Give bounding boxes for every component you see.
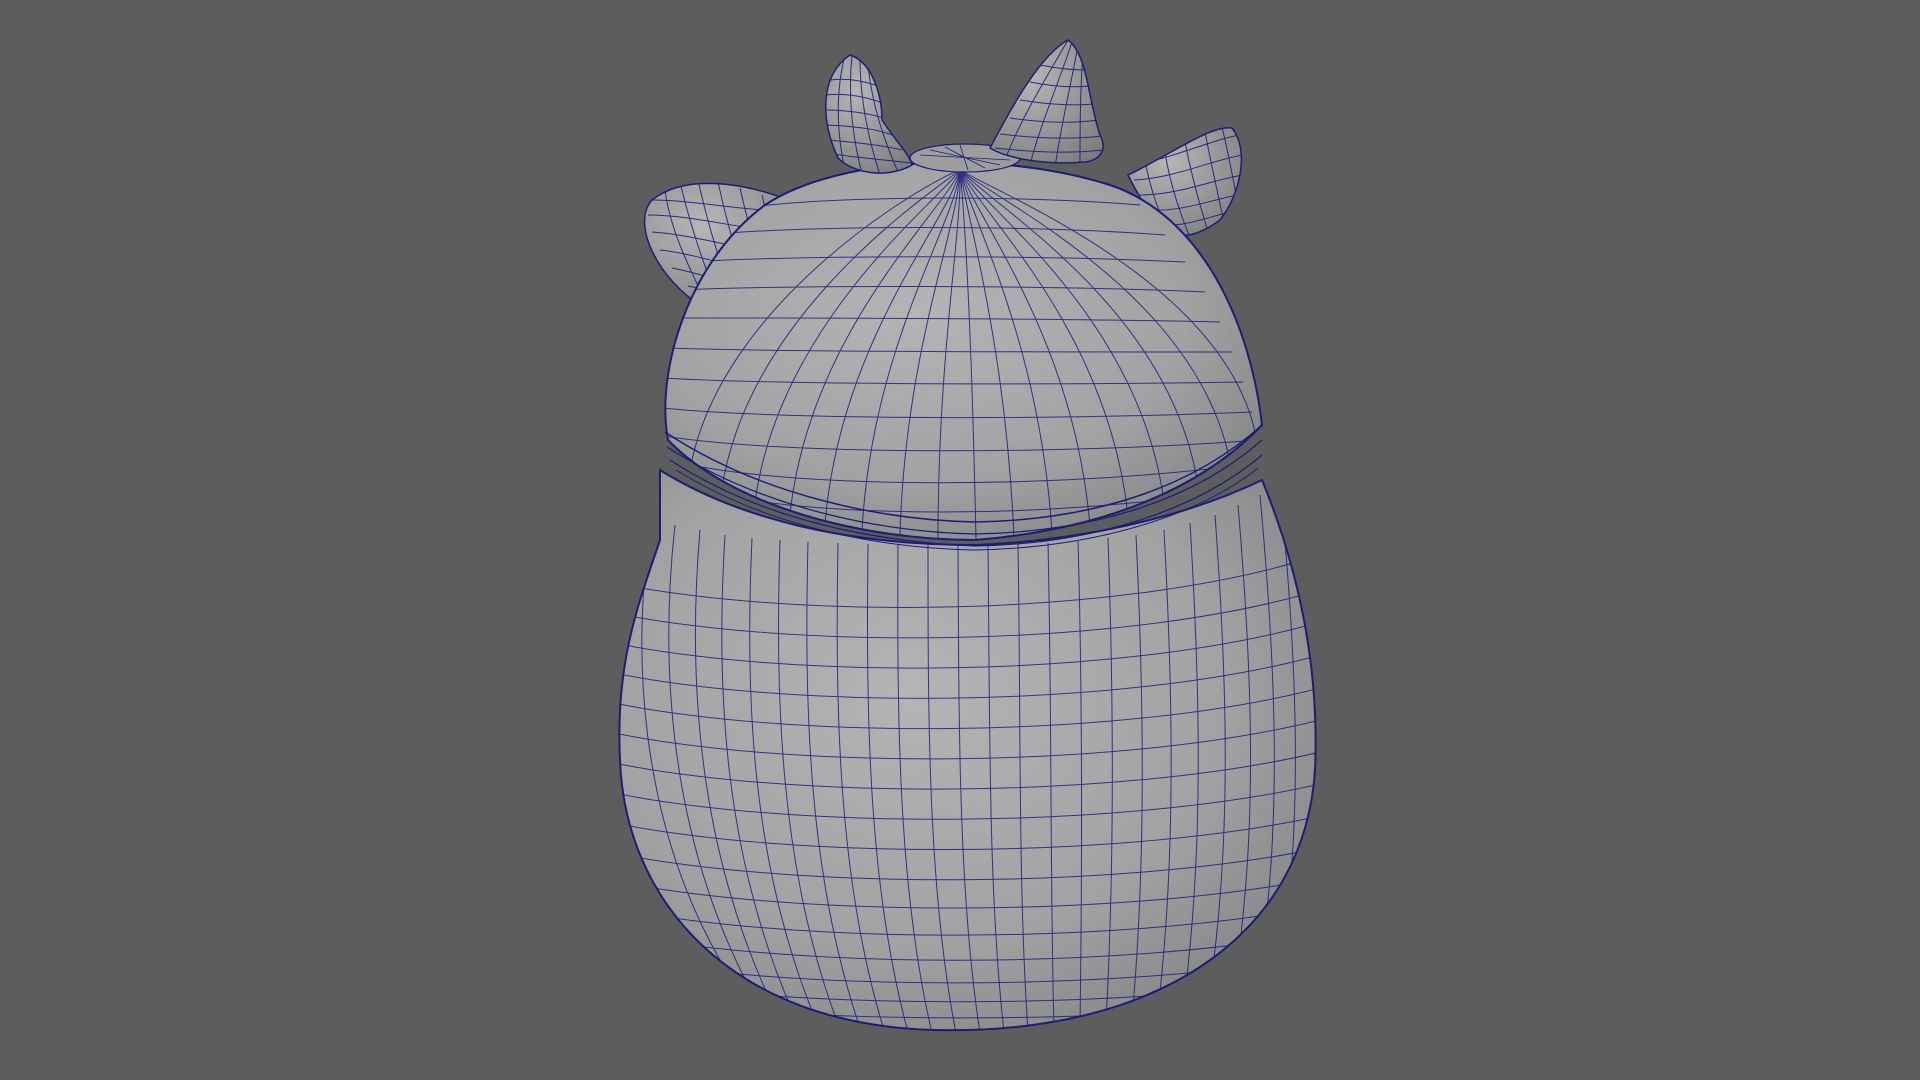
body-mesh[interactable] <box>600 468 1320 1033</box>
horn-right[interactable] <box>989 39 1104 168</box>
viewport-canvas[interactable] <box>0 0 1920 1080</box>
horn-left[interactable] <box>824 54 913 175</box>
3d-viewport[interactable] <box>0 0 1920 1080</box>
